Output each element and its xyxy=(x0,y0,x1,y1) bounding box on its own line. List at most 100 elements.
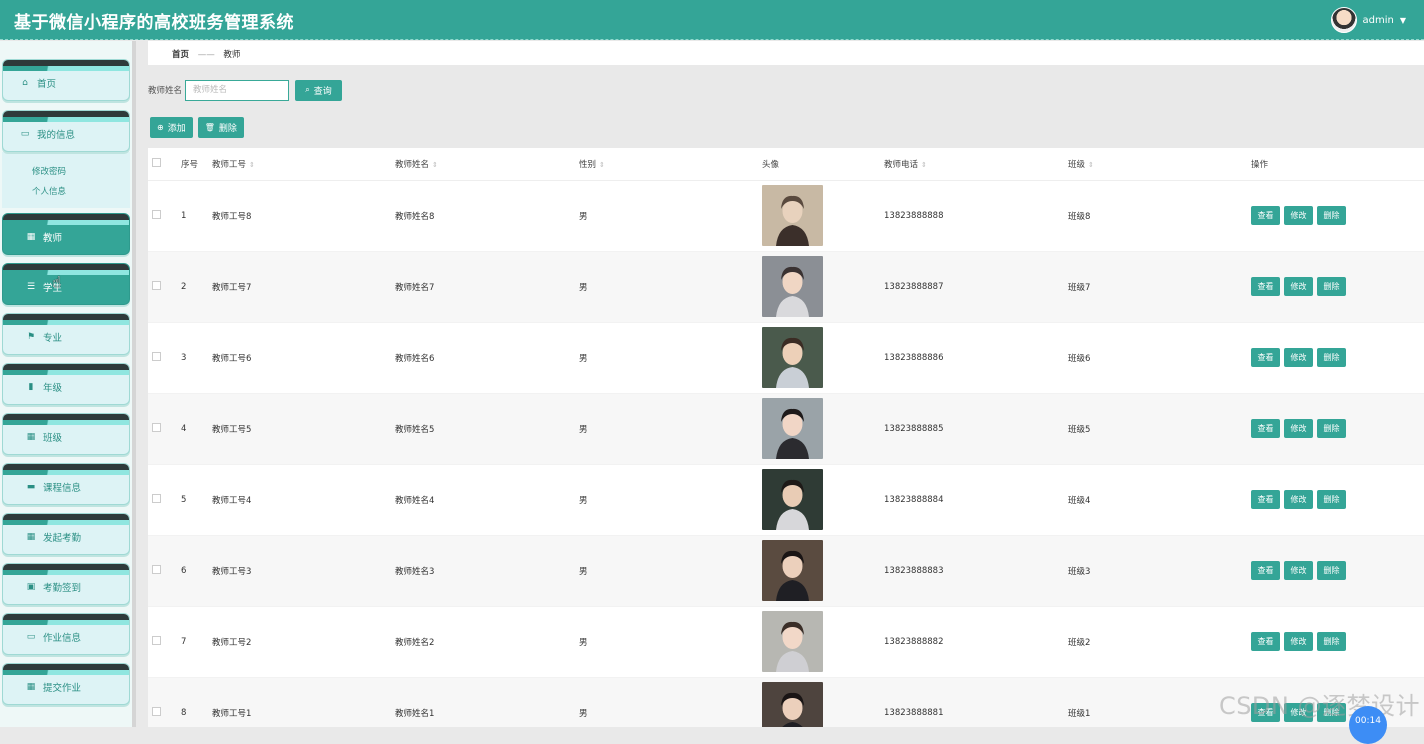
row-delete-button[interactable]: 删除 xyxy=(1317,561,1346,580)
cell-phone: 13823888883 xyxy=(884,535,1068,607)
sidebar-item-0[interactable]: ▦ 教师 xyxy=(2,213,130,255)
column-header: 序号 xyxy=(181,148,212,181)
cell-ops: 查看 修改 删除 xyxy=(1251,393,1424,465)
sidebar-item-3[interactable]: ▮ 年级 xyxy=(2,363,130,405)
cell-teacher-name: 教师姓名4 xyxy=(395,464,579,536)
view-button[interactable]: 查看 xyxy=(1251,348,1280,367)
column-header[interactable]: 班级 ⇕ xyxy=(1068,148,1251,181)
table-row: 7 教师工号2 教师姓名2 男 13823888882 班级2 查看 修改 删除 xyxy=(148,606,1424,678)
mouse-cursor-icon: ☝ xyxy=(52,273,62,291)
row-delete-button[interactable]: 删除 xyxy=(1317,632,1346,651)
sidebar-item-label: 课程信息 xyxy=(43,483,82,494)
cell-teacher-id: 教师工号5 xyxy=(212,393,395,465)
sidebar-item-4[interactable]: ▦ 班级 xyxy=(2,413,130,455)
cell-teacher-name: 教师姓名6 xyxy=(395,322,579,394)
column-header[interactable]: 教师电话 ⇕ xyxy=(884,148,1068,181)
row-checkbox[interactable] xyxy=(152,209,161,219)
clipboard-icon: ▣ xyxy=(26,582,36,592)
cell-ops: 查看 修改 删除 xyxy=(1251,322,1424,394)
breadcrumb-home[interactable]: 首页 xyxy=(172,50,189,60)
teacher-avatar-image xyxy=(762,185,823,246)
column-header[interactable]: 教师姓名 ⇕ xyxy=(395,148,579,181)
row-delete-button[interactable]: 删除 xyxy=(1317,419,1346,438)
sidebar-item-6[interactable]: ▦ 发起考勤 xyxy=(2,513,130,555)
sidebar-item-5[interactable]: ▬ 课程信息 xyxy=(2,463,130,505)
table-row: 2 教师工号7 教师姓名7 男 13823888887 班级7 查看 修改 删除 xyxy=(148,251,1424,323)
cell-no: 6 xyxy=(181,535,212,607)
sidebar-subitem-profile[interactable]: 个人信息 xyxy=(32,182,130,202)
column-header[interactable]: 教师工号 ⇕ xyxy=(212,148,395,181)
table-row: 3 教师工号6 教师姓名6 男 13823888886 班级6 查看 修改 删除 xyxy=(148,322,1424,394)
cell-teacher-id: 教师工号8 xyxy=(212,180,395,252)
query-button[interactable]: ⌕ 查询 xyxy=(295,79,343,101)
edit-button[interactable]: 修改 xyxy=(1284,561,1313,580)
row-delete-button[interactable]: 删除 xyxy=(1317,206,1346,225)
teacher-name-input[interactable] xyxy=(185,79,290,101)
id-card-icon: ▭ xyxy=(20,129,30,139)
table-row: 5 教师工号4 教师姓名4 男 13823888884 班级4 查看 修改 删除 xyxy=(148,464,1424,536)
sidebar-item-9[interactable]: ▦ 提交作业 xyxy=(2,663,130,705)
app-title: 基于微信小程序的高校班务管理系统 xyxy=(14,13,294,33)
avatar[interactable] xyxy=(1330,7,1357,33)
teacher-avatar-image xyxy=(762,256,823,317)
cell-class: 班级6 xyxy=(1068,322,1251,394)
select-all-checkbox[interactable] xyxy=(152,157,161,167)
view-button[interactable]: 查看 xyxy=(1251,490,1280,509)
cell-class: 班级3 xyxy=(1068,535,1251,607)
cell-teacher-name: 教师姓名3 xyxy=(395,535,579,607)
sidebar-item-label: 首页 xyxy=(37,79,57,90)
delete-button[interactable]: 🗑 删除 xyxy=(197,117,244,138)
user-menu[interactable]: admin ▼ xyxy=(1330,7,1406,33)
row-checkbox[interactable] xyxy=(152,351,161,361)
row-delete-button[interactable]: 删除 xyxy=(1317,490,1346,509)
view-button[interactable]: 查看 xyxy=(1251,561,1280,580)
edit-button[interactable]: 修改 xyxy=(1284,348,1313,367)
teacher-avatar-image xyxy=(762,611,823,672)
row-delete-button[interactable]: 删除 xyxy=(1317,348,1346,367)
sort-icon[interactable]: ⇕ xyxy=(432,161,438,169)
cell-ops: 查看 修改 删除 xyxy=(1251,180,1424,252)
edit-button[interactable]: 修改 xyxy=(1284,632,1313,651)
edit-button[interactable]: 修改 xyxy=(1284,206,1313,225)
row-checkbox[interactable] xyxy=(152,564,161,574)
row-delete-button[interactable]: 删除 xyxy=(1317,277,1346,296)
sort-icon[interactable]: ⇕ xyxy=(599,161,605,169)
edit-button[interactable]: 修改 xyxy=(1284,277,1313,296)
sidebar-item-8[interactable]: ▭ 作业信息 xyxy=(2,613,130,655)
sidebar-item-2[interactable]: ⚑ 专业 xyxy=(2,313,130,355)
sidebar-item-home[interactable]: ⌂ 首页 xyxy=(2,59,130,101)
edit-button[interactable]: 修改 xyxy=(1284,419,1313,438)
row-checkbox[interactable] xyxy=(152,493,161,503)
sidebar-item-1[interactable]: ☰ 学生 xyxy=(2,263,130,305)
sort-icon[interactable]: ⇕ xyxy=(249,161,255,169)
cell-teacher-name: 教师姓名1 xyxy=(395,677,579,727)
cell-teacher-id: 教师工号7 xyxy=(212,251,395,323)
search-icon: ⌕ xyxy=(305,85,310,94)
view-button[interactable]: 查看 xyxy=(1251,277,1280,296)
search-label: 教师姓名 xyxy=(148,86,183,96)
caret-down-icon[interactable]: ▼ xyxy=(1400,16,1406,25)
username[interactable]: admin xyxy=(1363,15,1394,26)
cell-gender: 男 xyxy=(579,535,762,607)
cell-gender: 男 xyxy=(579,677,762,727)
row-checkbox[interactable] xyxy=(152,706,161,716)
sidebar-item-my-info[interactable]: ▭ 我的信息 xyxy=(2,110,130,152)
view-button[interactable]: 查看 xyxy=(1251,419,1280,438)
cell-avatar xyxy=(762,251,884,323)
sidebar-item-7[interactable]: ▣ 考勤签到 xyxy=(2,563,130,605)
view-button[interactable]: 查看 xyxy=(1251,632,1280,651)
row-checkbox[interactable] xyxy=(152,422,161,432)
row-checkbox[interactable] xyxy=(152,280,161,290)
cell-phone: 13823888881 xyxy=(884,677,1068,727)
delete-button-label: 删除 xyxy=(218,124,237,134)
add-button[interactable]: ⊕ 添加 xyxy=(150,117,193,138)
breadcrumb: 首页 —— 教师 xyxy=(148,41,1424,65)
sort-icon[interactable]: ⇕ xyxy=(1088,161,1094,169)
sort-icon[interactable]: ⇕ xyxy=(921,161,927,169)
column-header[interactable]: 性别 ⇕ xyxy=(579,148,762,181)
edit-button[interactable]: 修改 xyxy=(1284,490,1313,509)
sidebar-subitem-change-password[interactable]: 修改密码 xyxy=(32,162,130,182)
row-checkbox[interactable] xyxy=(152,635,161,645)
sidebar-item-label: 我的信息 xyxy=(37,130,76,141)
view-button[interactable]: 查看 xyxy=(1251,206,1280,225)
